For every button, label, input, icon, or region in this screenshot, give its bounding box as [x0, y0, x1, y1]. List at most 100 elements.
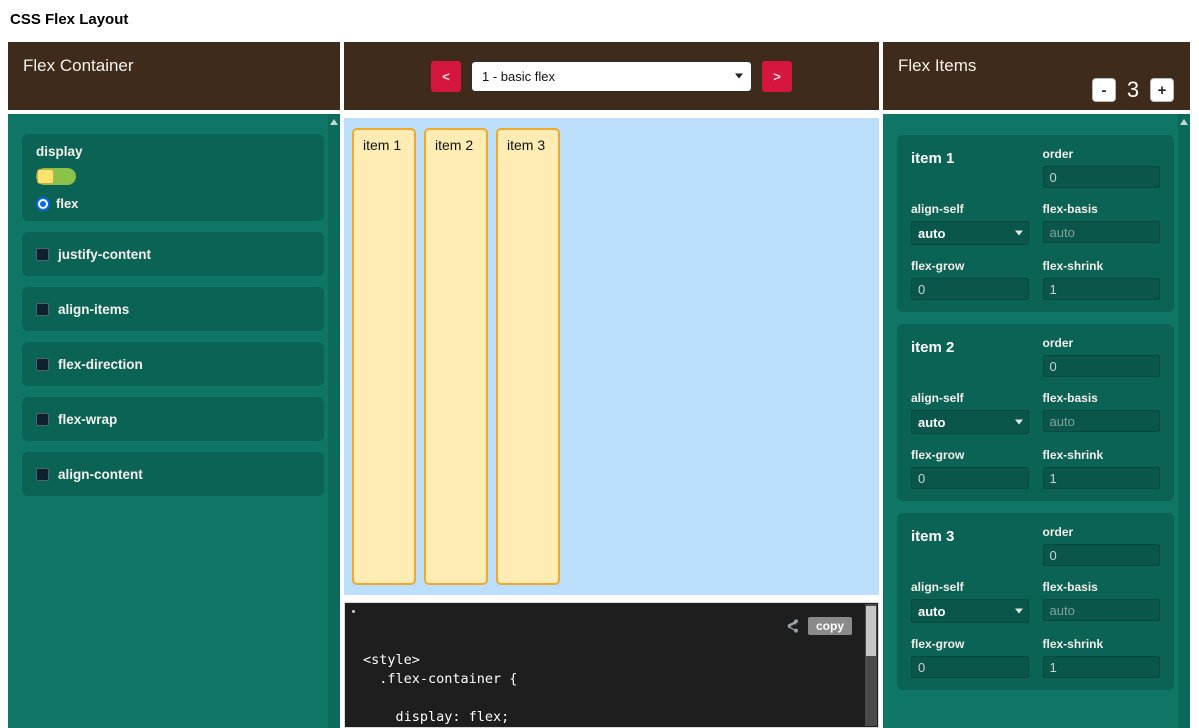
item-1-flex-basis-field: flex-basis [1043, 202, 1161, 245]
flex-grow-label: flex-grow [911, 259, 1029, 273]
item-3-flex-basis-field: flex-basis [1043, 580, 1161, 623]
item-1-title: item 1 [911, 147, 1029, 188]
item-1-flex-grow-field: flex-grow [911, 259, 1029, 300]
main-columns: Flex Container display flex justify-cont… [0, 42, 1199, 728]
item-1-order-input[interactable] [1043, 166, 1161, 188]
item-1-flex-shrink-input[interactable] [1043, 278, 1161, 300]
item-3-flex-shrink-field: flex-shrink [1043, 637, 1161, 678]
flex-items-header: Flex Items - 3 + [883, 42, 1190, 110]
item-2-align-self-select[interactable]: auto [911, 410, 1029, 434]
prev-example-button[interactable]: < [431, 61, 461, 92]
scroll-up-icon[interactable] [1180, 119, 1188, 125]
prop-card-align-items: align-items [22, 287, 324, 331]
flex-basis-label: flex-basis [1043, 580, 1161, 594]
flex-basis-label: flex-basis [1043, 202, 1161, 216]
page-title: CSS Flex Layout [0, 0, 1199, 42]
item-3-flex-grow-field: flex-grow [911, 637, 1029, 678]
item-counter: - 3 + [1092, 77, 1174, 103]
flex-direction-checkbox[interactable] [36, 358, 49, 371]
example-select[interactable]: 1 - basic flex [471, 61, 752, 92]
item-card-2: item 2 order align-self auto flex-basis [897, 324, 1174, 501]
align-items-checkbox[interactable] [36, 303, 49, 316]
item-2-flex-shrink-input[interactable] [1043, 467, 1161, 489]
order-label: order [1043, 525, 1161, 539]
add-item-button[interactable]: + [1150, 78, 1174, 102]
flex-direction-label: flex-direction [58, 357, 143, 372]
item-2-title: item 2 [911, 336, 1029, 377]
item-3-align-self-field: align-self auto [911, 580, 1029, 623]
flex-shrink-label: flex-shrink [1043, 259, 1161, 273]
flex-container-header: Flex Container [8, 42, 340, 110]
item-2-flex-basis-field: flex-basis [1043, 391, 1161, 434]
flex-items-title: Flex Items [883, 42, 1190, 76]
item-1-flex-shrink-field: flex-shrink [1043, 259, 1161, 300]
item-2-flex-grow-field: flex-grow [911, 448, 1029, 489]
scroll-up-icon[interactable] [330, 119, 338, 125]
code-scrollbar[interactable] [865, 604, 877, 726]
flex-wrap-checkbox[interactable] [36, 413, 49, 426]
flex-wrap-label: flex-wrap [58, 412, 117, 427]
item-3-align-self-select[interactable]: auto [911, 599, 1029, 623]
toggle-knob-icon [37, 169, 54, 184]
order-label: order [1043, 336, 1161, 350]
align-content-label: align-content [58, 467, 143, 482]
example-select-wrap: 1 - basic flex [471, 61, 752, 92]
item-3-title: item 3 [911, 525, 1029, 566]
flex-preview-item-2: item 2 [424, 128, 488, 585]
order-label: order [1043, 147, 1161, 161]
item-3-flex-basis-input[interactable] [1043, 599, 1161, 621]
left-scrollbar[interactable] [328, 114, 340, 728]
item-3-order-field: order [1043, 525, 1161, 566]
align-self-label: align-self [911, 202, 1029, 216]
flex-grow-label: flex-grow [911, 637, 1029, 651]
justify-content-label: justify-content [58, 247, 151, 262]
prop-card-flex-wrap: flex-wrap [22, 397, 324, 441]
display-card: display flex [22, 134, 324, 221]
flex-preview-item-1: item 1 [352, 128, 416, 585]
flex-grow-label: flex-grow [911, 448, 1029, 462]
align-self-label: align-self [911, 391, 1029, 405]
code-toolbar: copy [784, 617, 852, 635]
item-2-flex-grow-input[interactable] [911, 467, 1029, 489]
cursor-dot [352, 610, 355, 613]
share-icon[interactable] [784, 618, 800, 634]
display-toggle[interactable] [36, 168, 76, 185]
radio-dot-icon [40, 201, 46, 207]
item-2-align-self-field: align-self auto [911, 391, 1029, 434]
display-flex-radio-row: flex [36, 196, 310, 211]
item-2-flex-basis-input[interactable] [1043, 410, 1161, 432]
align-self-label: align-self [911, 580, 1029, 594]
item-count: 3 [1126, 77, 1140, 103]
prop-card-justify-content: justify-content [22, 232, 324, 276]
example-nav-header: < 1 - basic flex > [344, 42, 879, 110]
item-3-flex-grow-input[interactable] [911, 656, 1029, 678]
item-1-flex-grow-input[interactable] [911, 278, 1029, 300]
copy-button[interactable]: copy [808, 617, 852, 635]
right-scrollbar[interactable] [1178, 114, 1190, 728]
item-3-flex-shrink-input[interactable] [1043, 656, 1161, 678]
item-1-align-self-select[interactable]: auto [911, 221, 1029, 245]
remove-item-button[interactable]: - [1092, 78, 1116, 102]
flex-container-title: Flex Container [8, 42, 340, 76]
next-example-button[interactable]: > [762, 61, 792, 92]
item-1-flex-basis-input[interactable] [1043, 221, 1161, 243]
flex-shrink-label: flex-shrink [1043, 448, 1161, 462]
item-3-order-input[interactable] [1043, 544, 1161, 566]
code-scrollbar-thumb[interactable] [866, 606, 876, 656]
display-label: display [36, 144, 310, 159]
item-2-order-input[interactable] [1043, 355, 1161, 377]
flex-container-body: display flex justify-content align-items [8, 114, 340, 728]
flex-basis-label: flex-basis [1043, 391, 1161, 405]
align-content-checkbox[interactable] [36, 468, 49, 481]
prop-card-flex-direction: flex-direction [22, 342, 324, 386]
flex-radio[interactable] [36, 197, 50, 211]
item-card-1: item 1 order align-self auto flex-basis [897, 135, 1174, 312]
item-3-align-self-wrap: auto [911, 599, 1029, 623]
justify-content-checkbox[interactable] [36, 248, 49, 261]
flex-items-panel: Flex Items - 3 + item 1 order align-self [883, 42, 1190, 728]
flex-container-panel: Flex Container display flex justify-cont… [8, 42, 340, 728]
code-panel: copy <style> .flex-container { display: … [344, 602, 879, 728]
preview-panel: < 1 - basic flex > item 1 item 2 item 3 … [344, 42, 879, 728]
flex-radio-label: flex [56, 196, 78, 211]
align-items-label: align-items [58, 302, 129, 317]
